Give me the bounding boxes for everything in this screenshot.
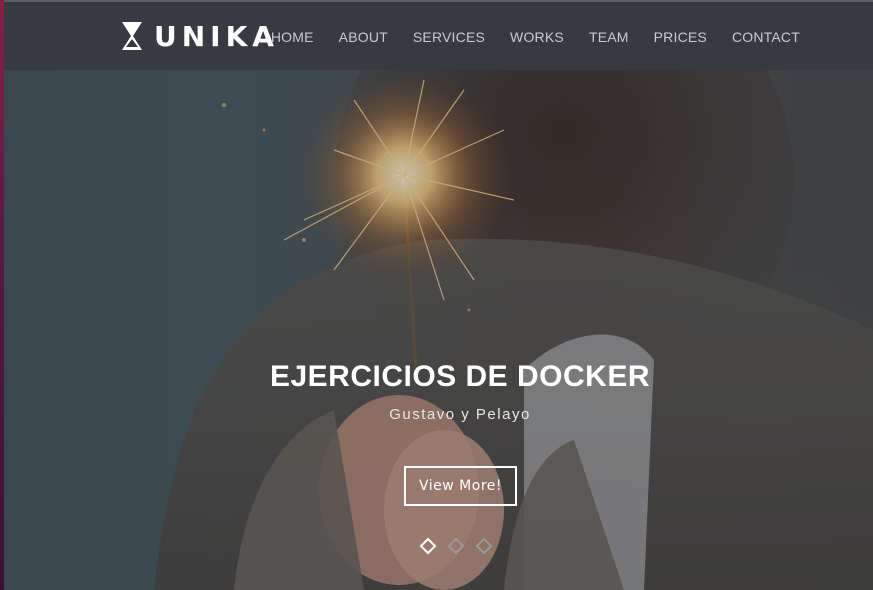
slide-dot-1[interactable] bbox=[419, 537, 437, 555]
hero-slider: EJERCICIOS DE DOCKER Gustavo y Pelayo Vi… bbox=[4, 70, 873, 590]
nav-item-contact[interactable]: CONTACT bbox=[732, 29, 800, 45]
hourglass-icon bbox=[122, 22, 142, 50]
hero-title: EJERCICIOS DE DOCKER bbox=[269, 360, 651, 393]
navbar: UNIKA HOME ABOUT SERVICES WORKS TEAM PRI… bbox=[4, 0, 873, 70]
nav-item-home[interactable]: HOME bbox=[271, 29, 314, 45]
nav-item-works[interactable]: WORKS bbox=[510, 29, 564, 45]
nav-item-about[interactable]: ABOUT bbox=[339, 29, 388, 45]
view-more-button[interactable]: View More! bbox=[404, 466, 517, 506]
nav-item-prices[interactable]: PRICES bbox=[654, 29, 707, 45]
hero-subtitle: Gustavo y Pelayo bbox=[389, 406, 531, 423]
main-nav: HOME ABOUT SERVICES WORKS TEAM PRICES CO… bbox=[246, 2, 800, 72]
slider-pagination bbox=[419, 537, 506, 555]
slide-dot-2[interactable] bbox=[447, 537, 465, 555]
slide-dot-3[interactable] bbox=[475, 537, 493, 555]
page: UNIKA HOME ABOUT SERVICES WORKS TEAM PRI… bbox=[0, 0, 873, 590]
nav-item-services[interactable]: SERVICES bbox=[413, 29, 485, 45]
hero-overlay bbox=[4, 70, 873, 590]
nav-item-team[interactable]: TEAM bbox=[589, 29, 629, 45]
